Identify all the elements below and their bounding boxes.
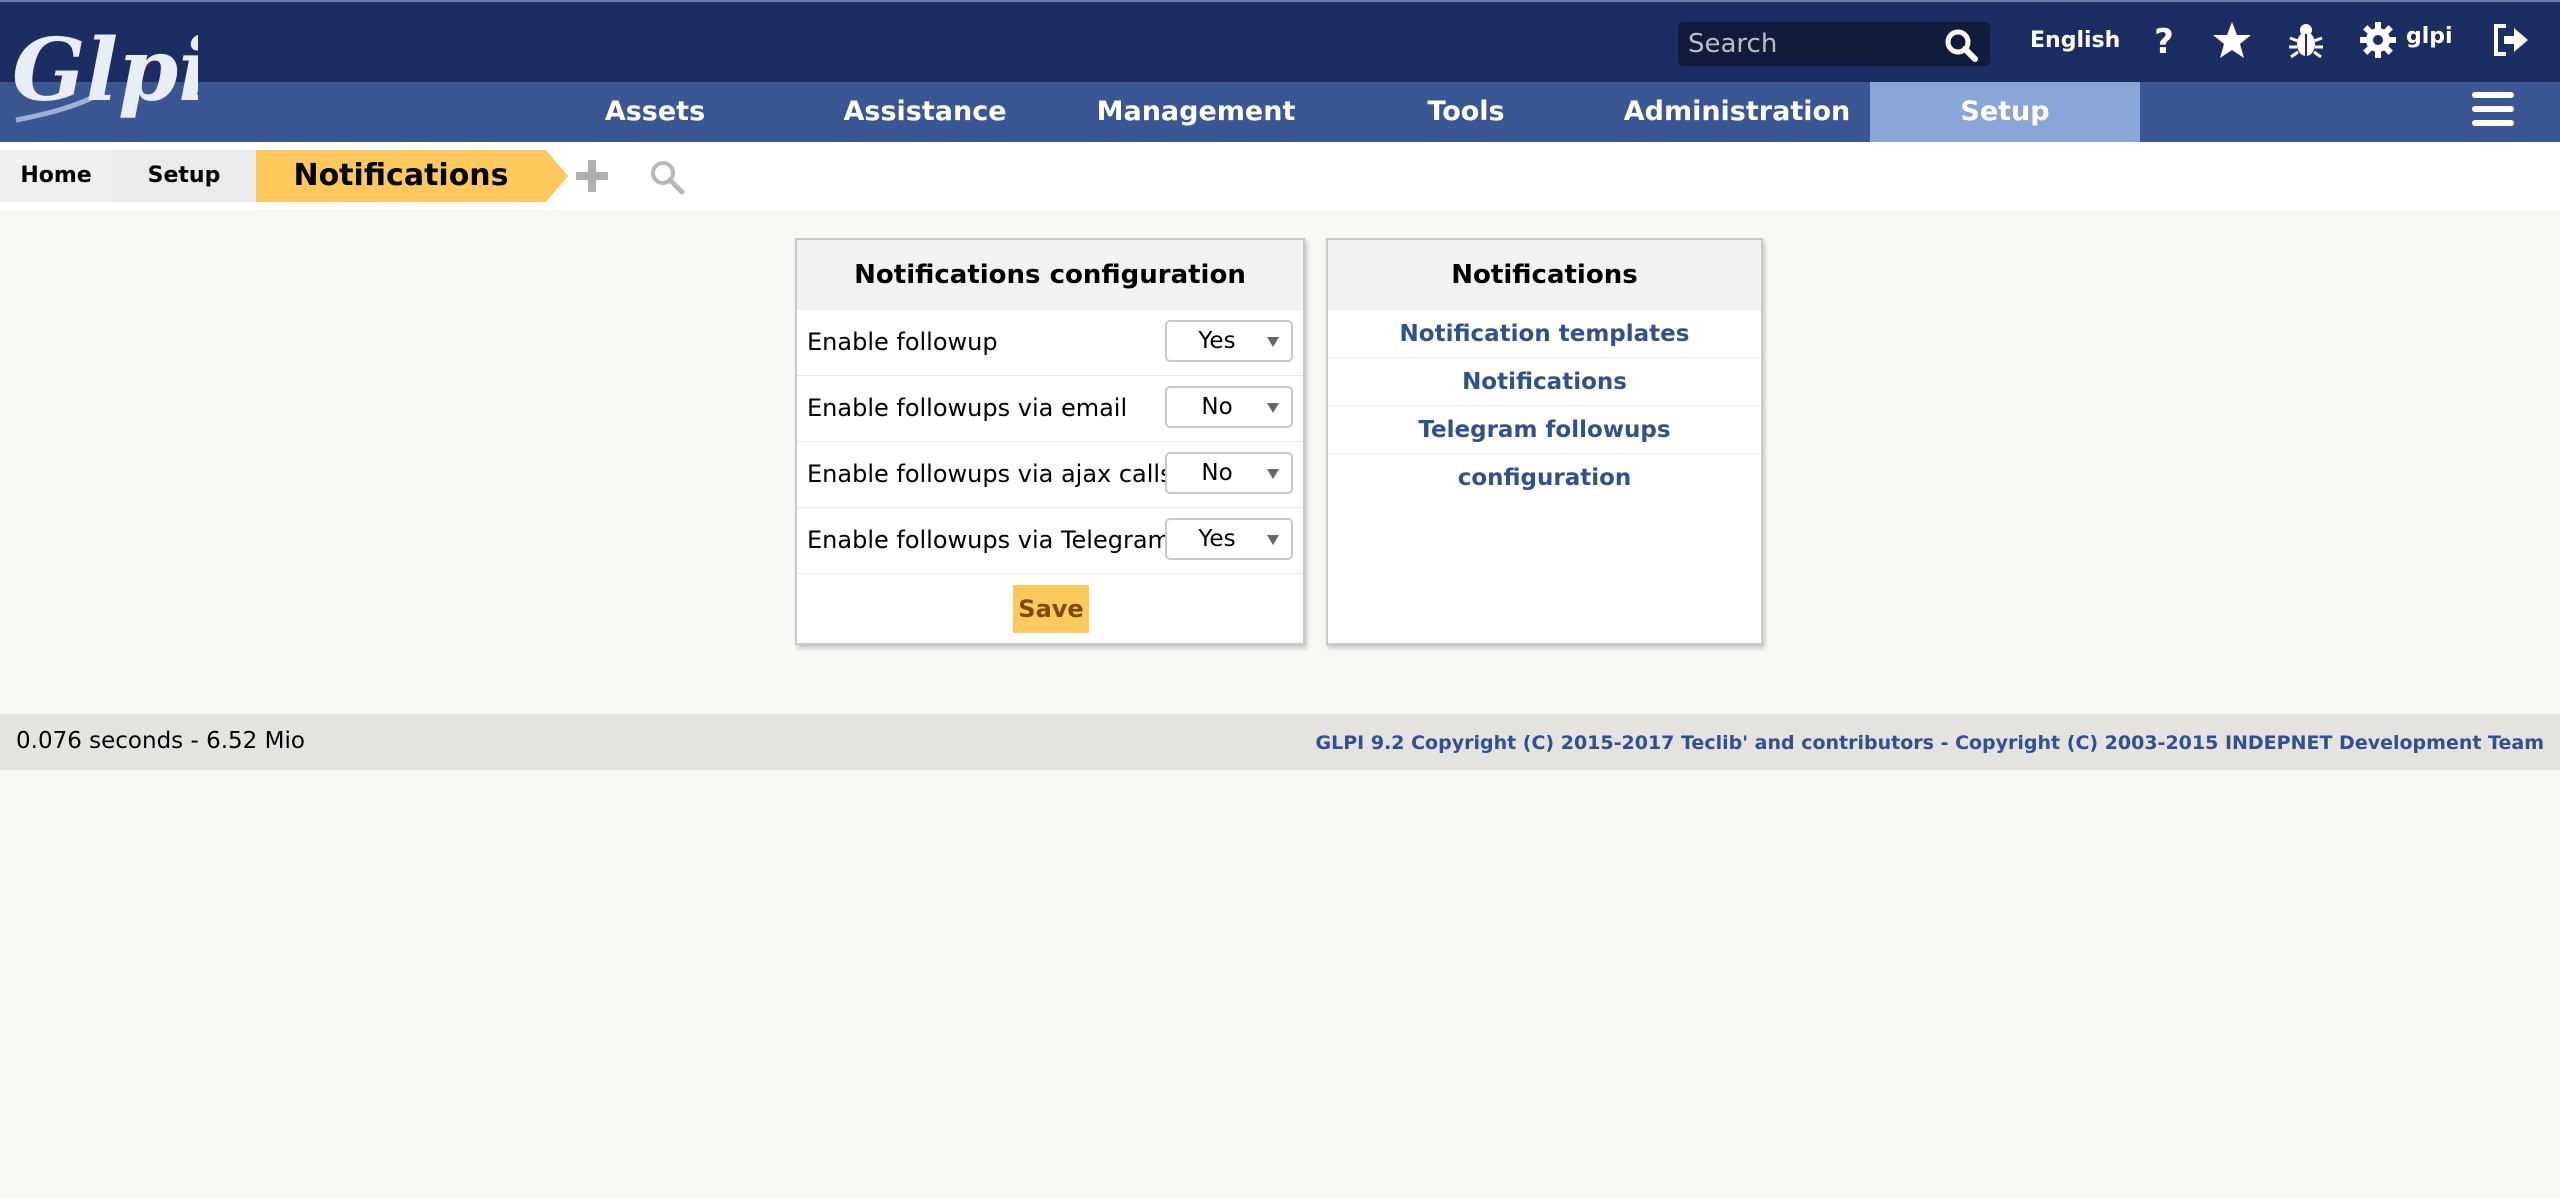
search-input[interactable] <box>1688 26 1938 62</box>
panel-title: Notifications <box>1328 240 1761 310</box>
chevron-down-icon <box>1267 403 1279 413</box>
nav-setup[interactable]: Setup <box>1870 82 2140 142</box>
breadcrumb-setup[interactable]: Setup <box>112 150 256 202</box>
select-value: No <box>1201 460 1233 486</box>
username-link[interactable]: glpi <box>2406 24 2453 49</box>
breadcrumb-notifications[interactable]: Notifications <box>256 150 546 202</box>
notifications-links-panel: Notifications Notification templates Not… <box>1326 238 1763 645</box>
bug-icon[interactable] <box>2286 20 2326 60</box>
nav-management[interactable]: Management <box>1086 82 1306 142</box>
followup-select[interactable]: Yes <box>1165 320 1293 362</box>
panel-title: Notifications configuration <box>797 240 1303 310</box>
chevron-down-icon <box>1267 535 1279 545</box>
header: Glpi English ? glpi <box>0 0 2560 142</box>
nav-tools[interactable]: Tools <box>1366 82 1566 142</box>
language-link[interactable]: English <box>2030 28 2120 53</box>
breadcrumb: Home Setup Notifications <box>0 142 2560 210</box>
gear-icon[interactable] <box>2358 20 2398 60</box>
config-row-telegram: Enable followups via Telegram Yes <box>797 508 1303 574</box>
config-row-email: Enable followups via email No <box>797 376 1303 442</box>
search-icon[interactable] <box>648 158 686 196</box>
select-value: Yes <box>1198 328 1236 354</box>
notification-templates-link[interactable]: Notification templates <box>1328 310 1761 358</box>
save-button[interactable]: Save <box>1013 585 1089 633</box>
svg-text:?: ? <box>2154 22 2174 60</box>
config-label: Enable followups via Telegram <box>807 526 1171 554</box>
notifications-configuration-panel: Notifications configuration Enable follo… <box>795 238 1305 645</box>
nav-assets[interactable]: Assets <box>560 82 750 142</box>
chevron-down-icon <box>1267 469 1279 479</box>
logout-icon[interactable] <box>2490 20 2530 60</box>
plus-icon[interactable] <box>574 158 610 194</box>
footer-copyright-link[interactable]: GLPI 9.2 Copyright (C) 2015-2017 Teclib'… <box>1316 732 2544 754</box>
config-row-ajax: Enable followups via ajax calls No <box>797 442 1303 508</box>
select-value: No <box>1201 394 1233 420</box>
telegram-config-link[interactable]: Telegram followups configuration <box>1328 406 1761 491</box>
logo-letter: Glpi <box>12 22 198 121</box>
chevron-down-icon <box>1267 337 1279 347</box>
breadcrumb-home[interactable]: Home <box>0 150 112 202</box>
config-label: Enable followups via email <box>807 394 1128 422</box>
notifications-link[interactable]: Notifications <box>1328 358 1761 406</box>
breadcrumb-separator <box>546 150 568 202</box>
config-row-followup: Enable followup Yes <box>797 310 1303 376</box>
star-icon[interactable] <box>2212 20 2252 60</box>
search-box <box>1678 22 1990 66</box>
ajax-select[interactable]: No <box>1165 452 1293 494</box>
help-icon[interactable]: ? <box>2144 20 2184 60</box>
config-label: Enable followup <box>807 328 998 356</box>
glpi-logo[interactable]: Glpi <box>8 22 198 132</box>
footer: 0.076 seconds - 6.52 Mio GLPI 9.2 Copyri… <box>0 714 2560 770</box>
email-select[interactable]: No <box>1165 386 1293 428</box>
select-value: Yes <box>1198 526 1236 552</box>
config-label: Enable followups via ajax calls <box>807 460 1173 488</box>
nav-administration[interactable]: Administration <box>1612 82 1862 142</box>
telegram-select[interactable]: Yes <box>1165 518 1293 560</box>
footer-timing: 0.076 seconds - 6.52 Mio <box>16 728 305 754</box>
hamburger-icon[interactable] <box>2472 92 2516 132</box>
search-icon[interactable] <box>1944 28 1978 62</box>
nav-assistance[interactable]: Assistance <box>820 82 1030 142</box>
